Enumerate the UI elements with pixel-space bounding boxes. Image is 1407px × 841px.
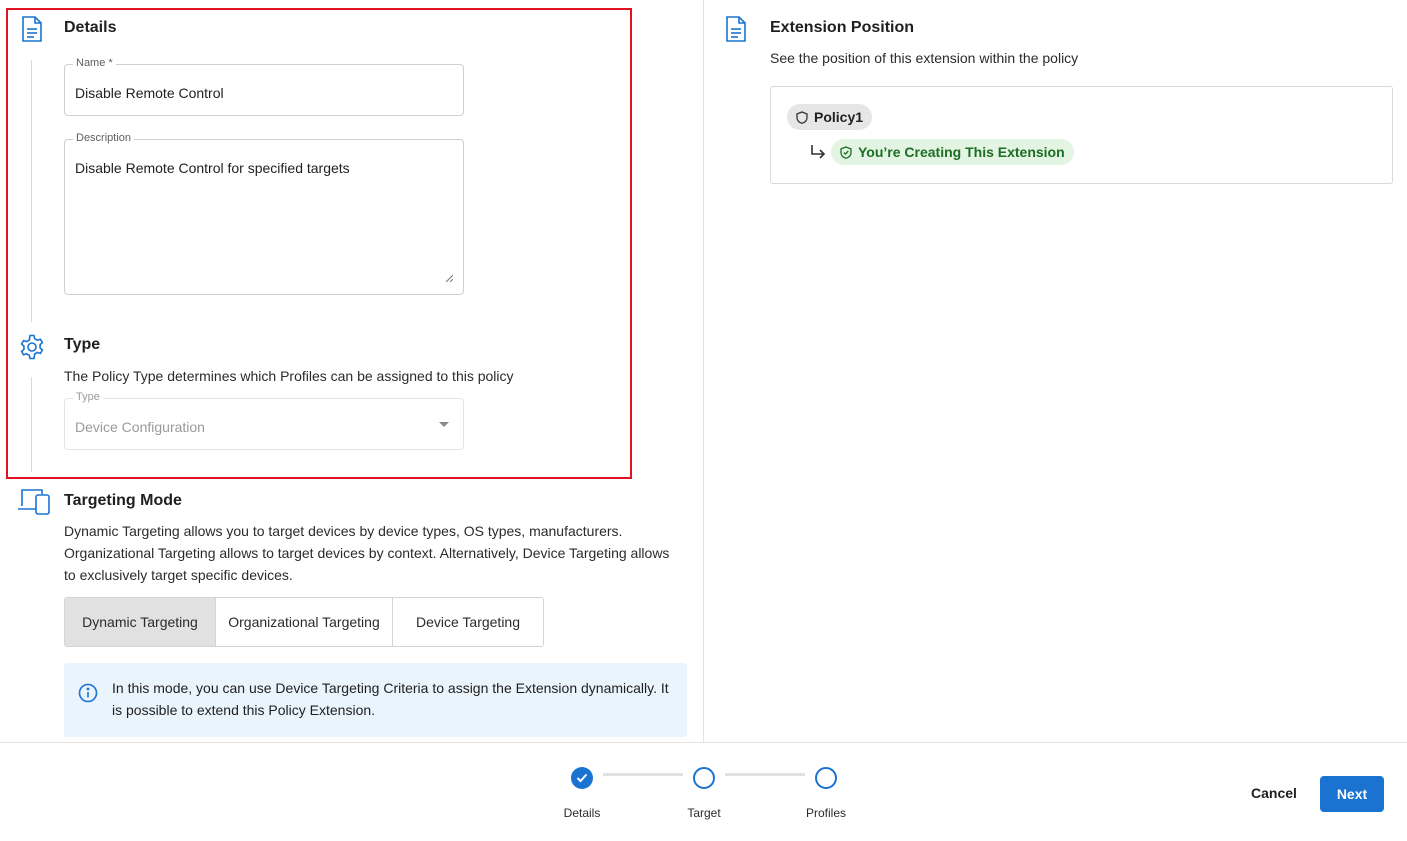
- step-details-label: Details: [563, 806, 601, 820]
- devices-icon: [16, 486, 52, 516]
- next-button[interactable]: Next: [1320, 776, 1384, 812]
- targeting-mode-toggle: Dynamic Targeting Organizational Targeti…: [64, 597, 544, 647]
- check-icon: [576, 773, 588, 783]
- creating-extension-label: You’re Creating This Extension: [858, 144, 1065, 160]
- device-targeting-button[interactable]: Device Targeting: [393, 598, 543, 646]
- description-label: Description: [73, 132, 135, 144]
- shield-check-icon: [840, 145, 852, 159]
- step-details-indicator[interactable]: [571, 767, 593, 789]
- step-profiles-label: Profiles: [805, 806, 846, 820]
- name-field[interactable]: Name * Disable Remote Control: [64, 57, 464, 116]
- policy-chip[interactable]: Policy1: [787, 104, 873, 130]
- name-label: Name *: [73, 57, 116, 69]
- wizard-footer: Details Target Profiles Cancel Next: [0, 742, 1407, 841]
- dynamic-targeting-button[interactable]: Dynamic Targeting: [65, 598, 216, 646]
- document-icon: [721, 14, 751, 44]
- step-profiles-indicator[interactable]: [815, 767, 837, 789]
- details-title: Details: [64, 19, 117, 36]
- name-value: Disable Remote Control: [75, 85, 224, 101]
- info-text: In this mode, you can use Device Targeti…: [112, 680, 669, 718]
- step-connector-1: [603, 773, 683, 776]
- extension-position-card: Policy1 You’re Creating This Extension: [770, 86, 1393, 184]
- type-description: The Policy Type determines which Profile…: [64, 368, 514, 384]
- chevron-down-icon: [439, 422, 449, 427]
- info-banner: In this mode, you can use Device Targeti…: [64, 663, 687, 737]
- cancel-button[interactable]: Cancel: [1234, 777, 1314, 809]
- left-panel: Details Name * Disable Remote Control De…: [0, 0, 703, 742]
- resize-grip-icon[interactable]: [445, 274, 453, 282]
- policy-chip-label: Policy1: [814, 109, 864, 125]
- organizational-targeting-button[interactable]: Organizational Targeting: [216, 598, 393, 646]
- type-select[interactable]: Type Device Configuration: [64, 391, 464, 450]
- description-field[interactable]: Description Disable Remote Control for s…: [64, 132, 464, 295]
- type-select-label: Type: [73, 391, 103, 403]
- targeting-description: Dynamic Targeting allows you to target d…: [64, 523, 670, 583]
- type-title: Type: [64, 336, 101, 353]
- description-value: Disable Remote Control for specified tar…: [75, 160, 350, 176]
- details-connector-line: [31, 60, 32, 322]
- shield-icon: [796, 110, 808, 124]
- return-arrow-icon: [811, 145, 826, 159]
- extension-position-title: Extension Position: [770, 19, 915, 36]
- step-target-indicator[interactable]: [693, 767, 715, 789]
- type-select-value: Device Configuration: [75, 419, 205, 435]
- creating-extension-chip: You’re Creating This Extension: [831, 139, 1074, 165]
- type-connector-line: [31, 377, 32, 472]
- right-panel: Extension Position See the position of t…: [704, 0, 1407, 742]
- document-icon: [17, 14, 47, 44]
- info-icon: [78, 683, 98, 703]
- step-connector-2: [725, 773, 805, 776]
- step-target-label: Target: [687, 806, 721, 820]
- gear-icon: [17, 332, 47, 362]
- targeting-title: Targeting Mode: [64, 492, 182, 509]
- extension-position-description: See the position of this extension withi…: [770, 50, 1079, 66]
